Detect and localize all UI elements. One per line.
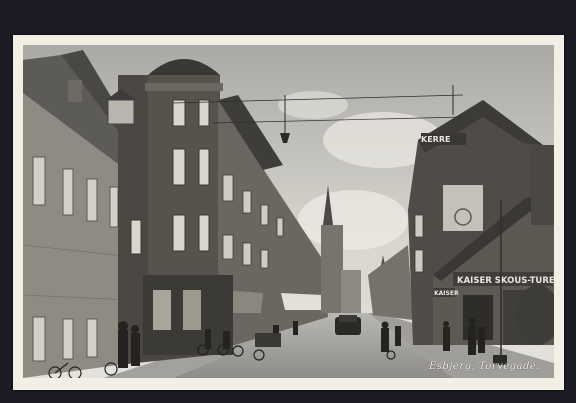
kaiser-small-sign: KAISER (434, 290, 459, 297)
postcard: KERRE KAISER SKOUS-TURE KAISER Esbjerg, … (13, 35, 564, 390)
kerre-sign: KERRE (421, 135, 450, 144)
postcard-caption: Esbjerg, Torvegade. (428, 361, 540, 372)
street-photograph: KERRE KAISER SKOUS-TURE KAISER Esbjerg, … (23, 45, 554, 378)
street-scene: KERRE KAISER SKOUS-TURE KAISER (23, 45, 554, 378)
kaiser-sign: KAISER SKOUS-TURE (457, 276, 554, 286)
horse-cart (255, 333, 281, 347)
kerre-sign-board (443, 185, 483, 231)
